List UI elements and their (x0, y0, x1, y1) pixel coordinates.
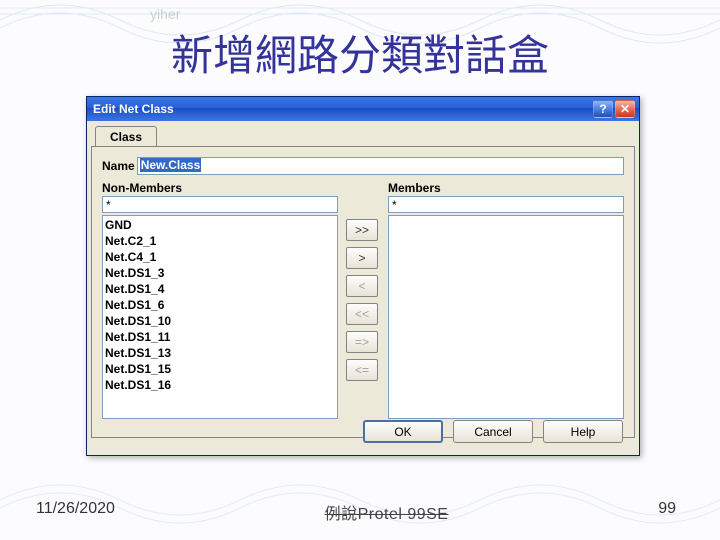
list-item[interactable]: Net.C4_1 (105, 249, 335, 265)
add-one-button[interactable]: > (346, 247, 378, 269)
footer-date: 11/26/2020 (36, 500, 115, 524)
members-label: Members (388, 181, 624, 195)
slide-footer: 11/26/2020 例說Protel 99SE 99 (0, 500, 720, 524)
nonmembers-filter[interactable] (102, 196, 338, 213)
cancel-button[interactable]: Cancel (453, 420, 533, 443)
name-field[interactable]: New.Class (137, 157, 624, 175)
nonmembers-listbox[interactable]: GNDNet.C2_1Net.C4_1Net.DS1_3Net.DS1_4Net… (103, 216, 337, 418)
exchange-left-button[interactable]: <= (346, 359, 378, 381)
remove-all-button[interactable]: << (346, 303, 378, 325)
name-value: New.Class (140, 158, 202, 172)
page-title: 新增網路分類對話盒 (0, 22, 720, 83)
help-icon[interactable]: ? (593, 100, 613, 118)
transfer-buttons: >> > < << => <= (346, 181, 380, 419)
list-item[interactable]: GND (105, 217, 335, 233)
dialog-actions: OK Cancel Help (363, 420, 623, 443)
list-item[interactable]: Net.DS1_4 (105, 281, 335, 297)
exchange-right-button[interactable]: => (346, 331, 378, 353)
members-column: Members (388, 181, 624, 419)
list-item[interactable]: Net.DS1_6 (105, 297, 335, 313)
list-item[interactable]: Net.DS1_10 (105, 313, 335, 329)
add-all-button[interactable]: >> (346, 219, 378, 241)
list-item[interactable]: Net.DS1_13 (105, 345, 335, 361)
footer-page: 99 (658, 500, 676, 524)
tab-class[interactable]: Class (95, 126, 157, 147)
tab-panel: Name New.Class Non-Members GNDNet.C2_1Ne… (91, 146, 635, 438)
list-item[interactable]: Net.DS1_15 (105, 361, 335, 377)
list-item[interactable]: Net.DS1_16 (105, 377, 335, 393)
list-item[interactable]: Net.C2_1 (105, 233, 335, 249)
help-button[interactable]: Help (543, 420, 623, 443)
ok-button[interactable]: OK (363, 420, 443, 443)
watermark-text: yiher (150, 6, 180, 22)
footer-mid: 例說Protel 99SE (325, 500, 449, 524)
dialog-title: Edit Net Class (93, 102, 591, 116)
members-listbox[interactable] (389, 216, 623, 418)
nonmembers-column: Non-Members GNDNet.C2_1Net.C4_1Net.DS1_3… (102, 181, 338, 419)
members-filter[interactable] (388, 196, 624, 213)
edit-net-class-dialog: Edit Net Class ? ✕ Class Name New.Class … (86, 96, 640, 456)
name-label: Name (102, 159, 135, 173)
dialog-titlebar[interactable]: Edit Net Class ? ✕ (87, 97, 639, 121)
remove-one-button[interactable]: < (346, 275, 378, 297)
list-item[interactable]: Net.DS1_3 (105, 265, 335, 281)
nonmembers-label: Non-Members (102, 181, 338, 195)
list-item[interactable]: Net.DS1_11 (105, 329, 335, 345)
dialog-client: Class Name New.Class Non-Members GNDNet.… (91, 125, 635, 451)
close-icon[interactable]: ✕ (615, 100, 635, 118)
